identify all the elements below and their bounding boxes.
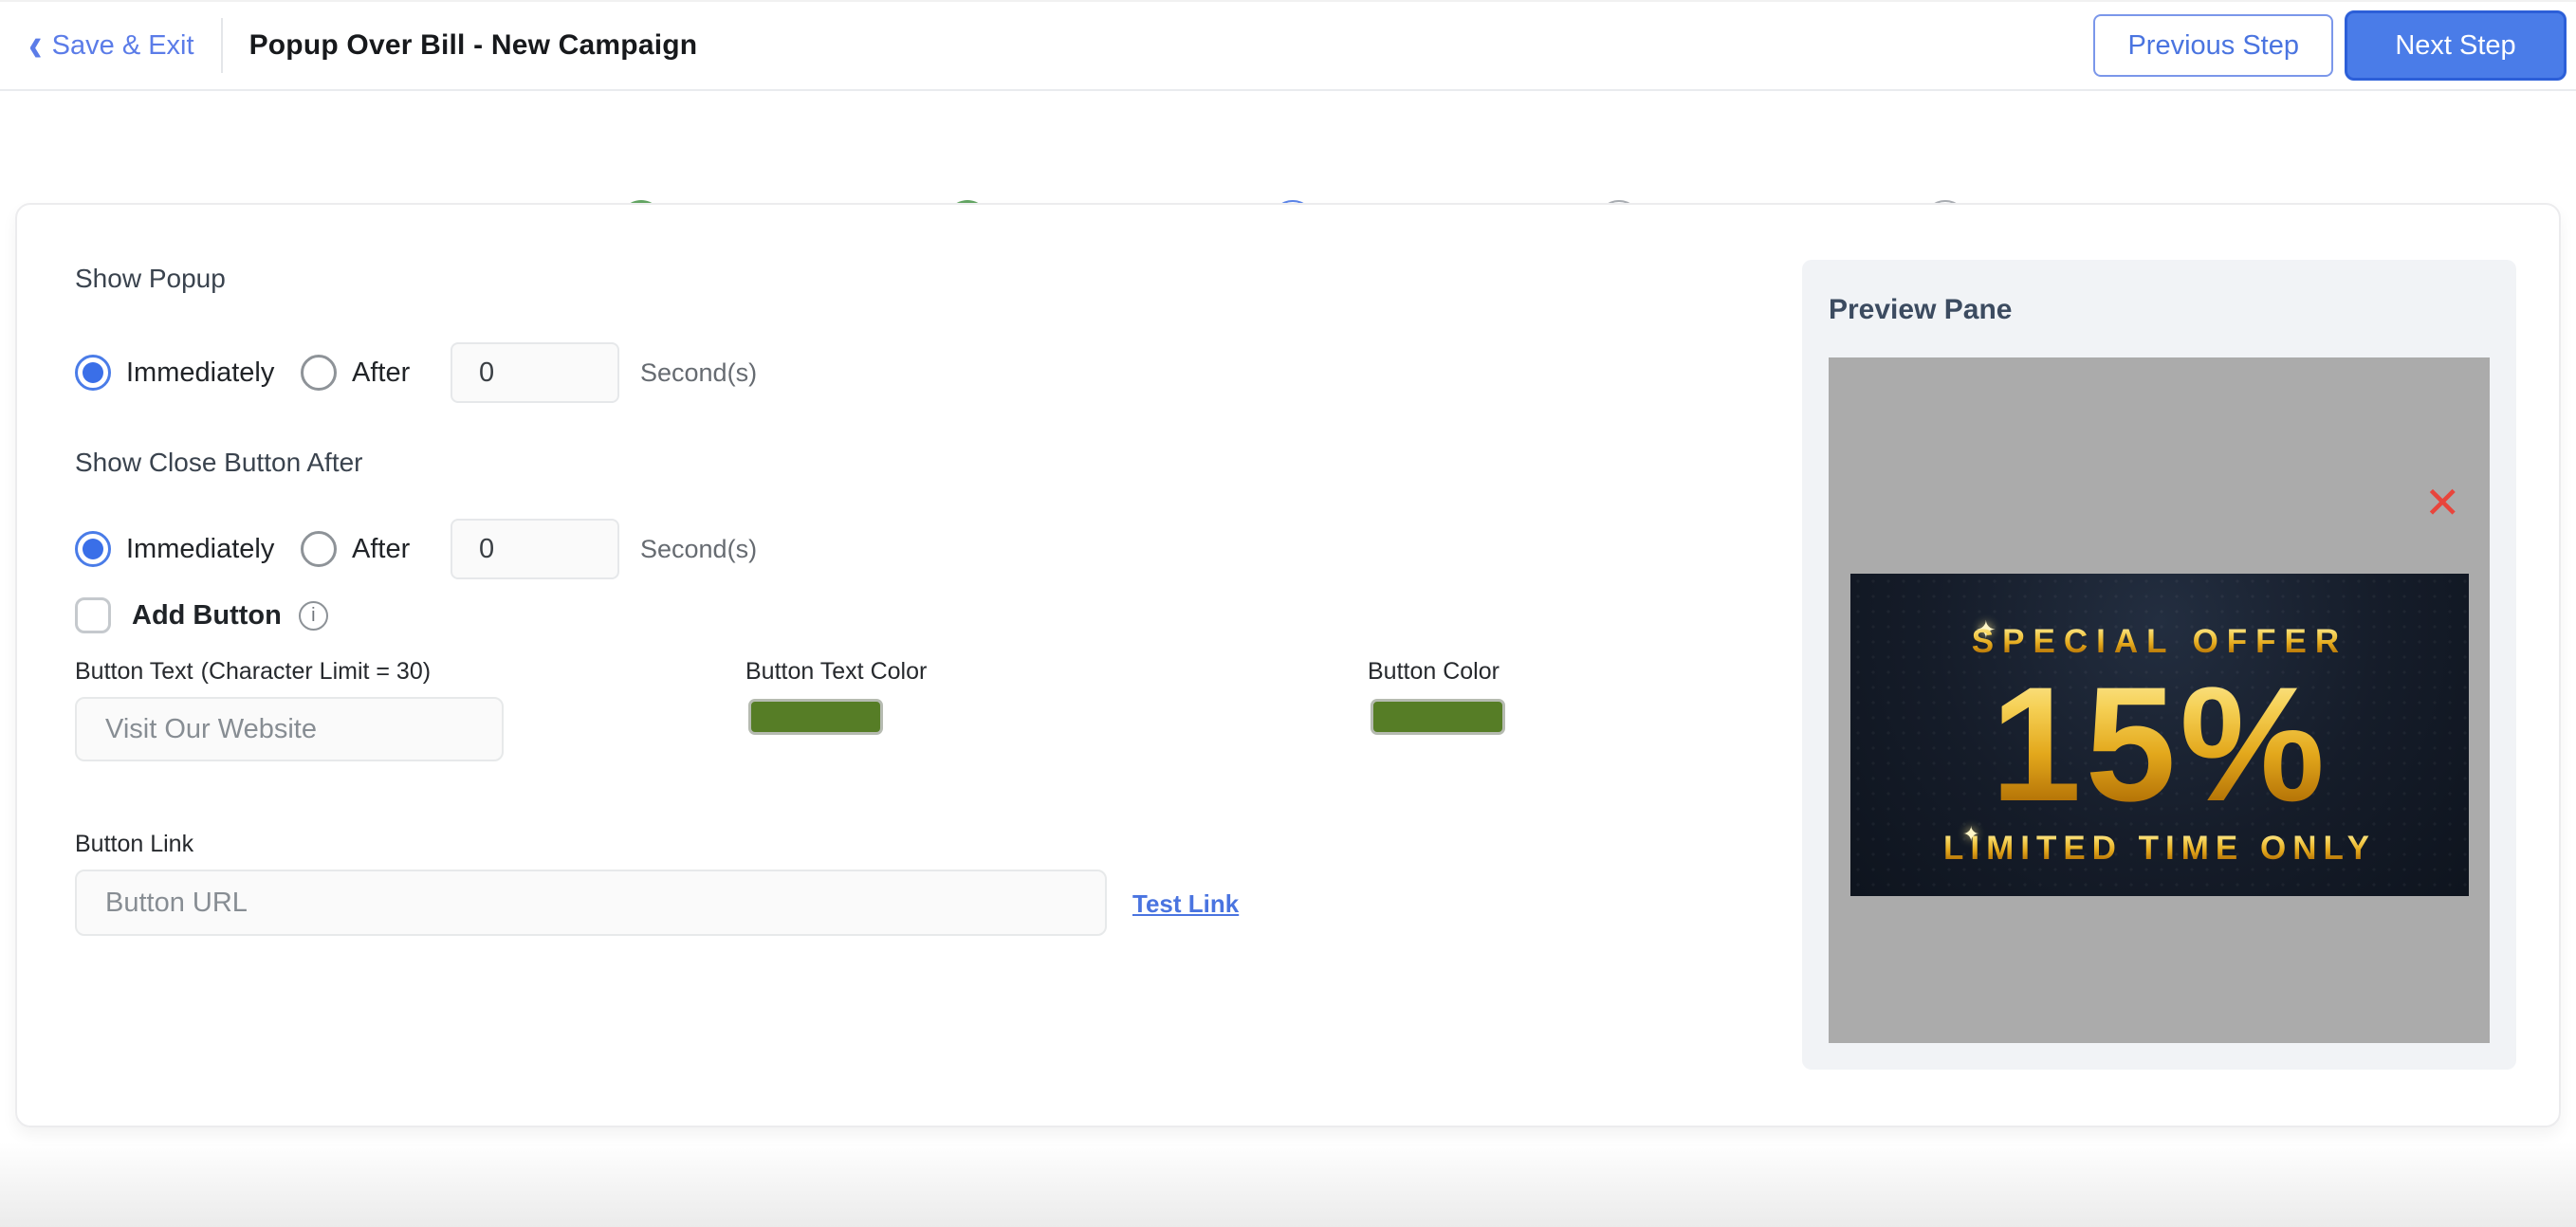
button-text-char-limit: (Character Limit = 30) <box>201 658 431 685</box>
top-bar: ‹ Save & Exit Popup Over Bill - New Camp… <box>0 0 2576 91</box>
button-link-input[interactable] <box>75 870 1107 936</box>
save-and-exit-label: Save & Exit <box>52 30 194 62</box>
preview-pane-title: Preview Pane <box>1829 294 2012 326</box>
preview-backdrop: ✕ ✦ SPECIAL OFFER 15% LIMITED TIME ONLY … <box>1829 357 2490 1043</box>
button-color-swatch[interactable] <box>1371 699 1505 735</box>
show-close-label: Show Close Button After <box>75 448 363 478</box>
show-popup-immediately-label: Immediately <box>126 357 278 389</box>
previous-step-button[interactable]: Previous Step <box>2093 14 2333 77</box>
next-step-button[interactable]: Next Step <box>2345 10 2567 81</box>
popup-subline: LIMITED TIME ONLY <box>1850 830 2469 868</box>
show-close-seconds-input[interactable] <box>451 519 619 579</box>
page-title: Popup Over Bill - New Campaign <box>249 29 698 62</box>
add-button-row: Add Button i <box>75 597 328 633</box>
campaign-wizard-screen: ‹ Save & Exit Popup Over Bill - New Camp… <box>0 0 2576 1227</box>
button-text-label: Button Text (Character Limit = 30) <box>75 658 431 686</box>
sparkle-icon: ✦ <box>1962 822 1979 847</box>
show-popup-immediately-radio[interactable] <box>75 355 111 391</box>
show-close-seconds-suffix: Second(s) <box>640 535 757 564</box>
button-link-label: Button Link <box>75 831 193 858</box>
button-text-input[interactable] <box>75 697 504 761</box>
popup-discount: 15% <box>1850 655 2469 834</box>
show-popup-radio-group: Immediately After Second(s) <box>75 341 757 404</box>
show-popup-seconds-input[interactable] <box>451 342 619 403</box>
save-and-exit-button[interactable]: ‹ Save & Exit <box>28 27 194 64</box>
wizard-stepper: ✓ ✓ 3 4 5 Campaign Details Popup Popup S… <box>0 91 2576 203</box>
test-link[interactable]: Test Link <box>1132 889 1239 919</box>
header-divider <box>221 18 223 73</box>
show-close-after-label: After <box>352 534 432 565</box>
show-close-immediately-radio[interactable] <box>75 531 111 567</box>
page-bottom-fade <box>0 1142 2576 1227</box>
popup-preview-image: ✦ SPECIAL OFFER 15% LIMITED TIME ONLY ✦ <box>1850 574 2469 896</box>
preview-pane: Preview Pane ✕ ✦ SPECIAL OFFER 15% LIMIT… <box>1802 260 2516 1070</box>
show-popup-seconds-suffix: Second(s) <box>640 358 757 388</box>
radio-dot <box>83 539 103 559</box>
show-popup-after-radio[interactable] <box>301 355 337 391</box>
show-close-immediately-label: Immediately <box>126 534 278 565</box>
button-text-color-swatch[interactable] <box>748 699 883 735</box>
show-popup-label: Show Popup <box>75 264 226 294</box>
popup-settings-card: Show Popup Immediately After Second(s) S… <box>15 203 2561 1127</box>
add-button-checkbox[interactable] <box>75 597 111 633</box>
show-close-radio-group: Immediately After Second(s) <box>75 518 757 580</box>
add-button-label: Add Button <box>132 600 282 632</box>
button-text-label-main: Button Text <box>75 658 193 685</box>
header-actions: Previous Step Next Step <box>2093 10 2567 81</box>
show-popup-after-label: After <box>352 357 432 389</box>
back-chevron-icon: ‹ <box>28 24 43 67</box>
show-close-after-radio[interactable] <box>301 531 337 567</box>
info-icon[interactable]: i <box>299 601 328 631</box>
button-text-color-label: Button Text Color <box>745 658 927 686</box>
radio-dot <box>83 362 103 383</box>
popup-close-icon[interactable]: ✕ <box>2424 481 2461 524</box>
button-color-label: Button Color <box>1368 658 1500 686</box>
